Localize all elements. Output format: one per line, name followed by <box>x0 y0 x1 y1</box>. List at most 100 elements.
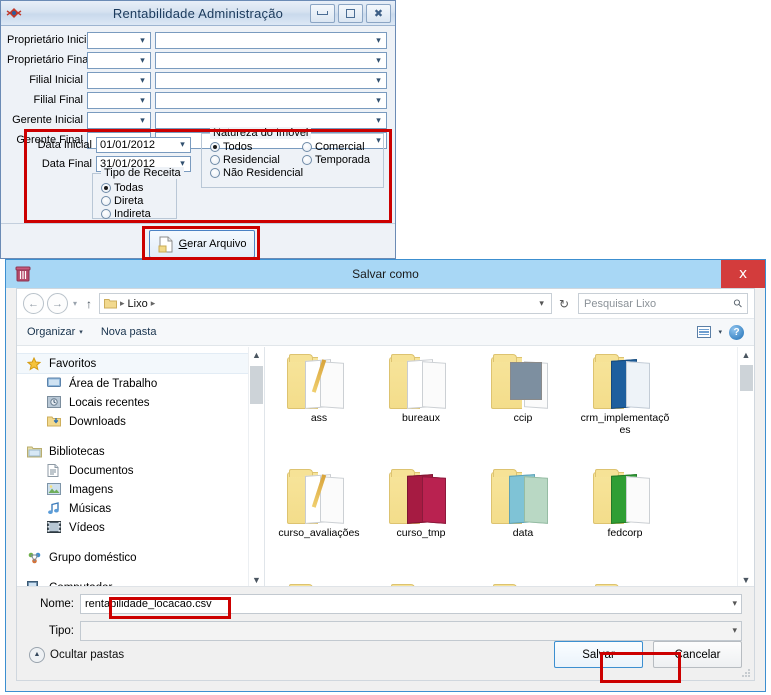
resize-grip[interactable] <box>741 668 751 678</box>
combo-filial-inicial-code[interactable]: ▾ <box>87 72 151 89</box>
scroll-track[interactable] <box>249 362 264 572</box>
nav-item-grupo-domestico[interactable]: Grupo doméstico <box>17 548 264 567</box>
nav-item-label: Bibliotecas <box>49 446 105 458</box>
hide-folders-button[interactable]: ▲ Ocultar pastas <box>29 647 124 663</box>
chevron-down-icon[interactable]: ▾ <box>718 328 722 336</box>
radio-natureza-nao-residencial[interactable]: Não Residencial <box>210 167 303 179</box>
combo-filial-inicial-name[interactable]: ▾ <box>155 72 387 89</box>
breadcrumb-lixo[interactable]: Lixo <box>128 298 148 310</box>
combo-filial-final-code[interactable]: ▾ <box>87 92 151 109</box>
nav-item-label: Área de Trabalho <box>69 378 157 390</box>
radio-natureza-todos[interactable]: Todos <box>210 141 303 153</box>
folder-icon <box>287 353 351 409</box>
nav-item-favoritos[interactable]: Favoritos <box>17 353 264 374</box>
list-item[interactable]: crm_implementações <box>577 353 673 468</box>
forward-button[interactable]: → <box>47 293 68 314</box>
radio-natureza-temporada[interactable]: Temporada <box>302 154 370 166</box>
combo-proprietario-final-name[interactable]: ▾ <box>155 52 387 69</box>
scroll-thumb[interactable] <box>250 366 263 404</box>
file-list-scrollbar[interactable]: ▲ ▼ <box>737 347 754 587</box>
scroll-down-icon[interactable]: ▼ <box>252 572 261 587</box>
minimize-button[interactable] <box>310 4 335 23</box>
file-name: curso_tmp <box>375 527 467 539</box>
maximize-button[interactable] <box>338 4 363 23</box>
scroll-thumb[interactable] <box>740 365 753 391</box>
folder-icon <box>389 468 453 524</box>
list-item[interactable]: data <box>475 468 571 583</box>
chevron-down-icon[interactable]: ▾ <box>732 598 737 609</box>
combo-filial-final-name[interactable]: ▾ <box>155 92 387 109</box>
radio-dot-icon <box>302 155 312 165</box>
view-options-icon[interactable] <box>697 326 711 338</box>
search-placeholder: Pesquisar Lixo <box>584 298 734 310</box>
combo-proprietario-final-code[interactable]: ▾ <box>87 52 151 69</box>
combo-gerente-inicial-name[interactable]: ▾ <box>155 112 387 129</box>
cancel-button[interactable]: Cancelar <box>653 641 742 668</box>
chevron-down-icon: ▾ <box>135 53 150 68</box>
music-icon <box>47 502 63 516</box>
radio-label: Direta <box>114 195 143 207</box>
chevron-down-icon: ▾ <box>135 73 150 88</box>
chevron-down-icon: ▾ <box>371 33 386 48</box>
nav-item-label: Músicas <box>69 503 111 515</box>
file-name: curso_avaliações <box>273 527 365 539</box>
nav-item-videos[interactable]: Vídeos <box>17 518 264 537</box>
filetype-row: Tipo: ▾ <box>29 620 742 641</box>
search-input[interactable]: Pesquisar Lixo ⚲ <box>578 293 748 314</box>
up-button[interactable]: ↑ <box>82 297 96 311</box>
radio-label: Temporada <box>315 154 370 166</box>
history-dropdown-icon[interactable]: ▾ <box>71 299 79 308</box>
radio-dot-icon <box>210 168 220 178</box>
chevron-down-icon: ▾ <box>371 113 386 128</box>
nav-item-downloads[interactable]: Downloads <box>17 412 264 431</box>
nav-item-bibliotecas[interactable]: Bibliotecas <box>17 442 264 461</box>
list-item[interactable]: ccip <box>475 353 571 468</box>
filetype-select[interactable]: ▾ <box>80 621 742 641</box>
refresh-icon[interactable]: ↻ <box>555 297 573 311</box>
address-bar[interactable]: ▸ Lixo ▸ ▾ <box>99 293 552 314</box>
save-button[interactable]: Salvar <box>554 641 643 668</box>
file-name: ass <box>273 412 365 424</box>
scroll-down-icon[interactable]: ▼ <box>742 572 751 587</box>
radio-receita-indireta[interactable]: Indireta <box>101 208 151 220</box>
combo-gerente-inicial-code[interactable]: ▾ <box>87 112 151 129</box>
list-item[interactable]: fedcorp <box>577 468 673 583</box>
back-button[interactable]: ← <box>23 293 44 314</box>
close-icon[interactable]: ✖ <box>366 4 391 23</box>
help-icon[interactable]: ? <box>729 325 744 340</box>
combo-data-inicial[interactable]: 01/01/2012 ▾ <box>96 137 191 153</box>
scroll-track[interactable] <box>739 362 754 572</box>
radio-natureza-residencial[interactable]: Residencial <box>210 154 303 166</box>
list-item[interactable]: bureaux <box>373 353 469 468</box>
organize-button[interactable]: Organizar ▾ <box>27 326 83 338</box>
nav-item-musicas[interactable]: Músicas <box>17 499 264 518</box>
scroll-up-icon[interactable]: ▲ <box>742 347 751 362</box>
app-titlebar[interactable]: Rentabilidade Administração ✖ <box>1 1 395 26</box>
scroll-up-icon[interactable]: ▲ <box>252 347 261 362</box>
chevron-down-icon[interactable]: ▾ <box>732 625 737 636</box>
radio-receita-todas[interactable]: Todas <box>101 182 151 194</box>
filename-input[interactable]: rentabilidade_locacao.csv ▾ <box>80 594 742 614</box>
combo-proprietario-inicial-code[interactable]: ▾ <box>87 32 151 49</box>
combo-proprietario-inicial-name[interactable]: ▾ <box>155 32 387 49</box>
nav-item-area-de-trabalho[interactable]: Área de Trabalho <box>17 374 264 393</box>
nav-pane-scrollbar[interactable]: ▲ ▼ <box>248 347 264 587</box>
list-item[interactable]: ass <box>271 353 367 468</box>
radio-receita-direta[interactable]: Direta <box>101 195 151 207</box>
nav-item-imagens[interactable]: Imagens <box>17 480 264 499</box>
filename-value: rentabilidade_locacao.csv <box>85 598 212 610</box>
radio-dot-icon <box>101 209 111 219</box>
list-item[interactable]: curso_tmp <box>373 468 469 583</box>
gerar-arquivo-button[interactable]: Gerar Arquivo <box>149 230 255 258</box>
navigation-pane: Favoritos Área de Trabalho Locais recent… <box>17 347 265 587</box>
new-folder-button[interactable]: Nova pasta <box>101 326 157 338</box>
nav-item-label: Documentos <box>69 465 134 477</box>
list-item[interactable]: curso_avaliações <box>271 468 367 583</box>
videos-icon <box>47 521 63 535</box>
dialog-titlebar[interactable]: Salvar como x <box>6 260 765 288</box>
nav-item-locais-recentes[interactable]: Locais recentes <box>17 393 264 412</box>
radio-natureza-comercial[interactable]: Comercial <box>302 141 370 153</box>
radio-label: Todas <box>114 182 143 194</box>
nav-item-documentos[interactable]: Documentos <box>17 461 264 480</box>
address-dropdown-icon[interactable]: ▾ <box>539 298 547 309</box>
